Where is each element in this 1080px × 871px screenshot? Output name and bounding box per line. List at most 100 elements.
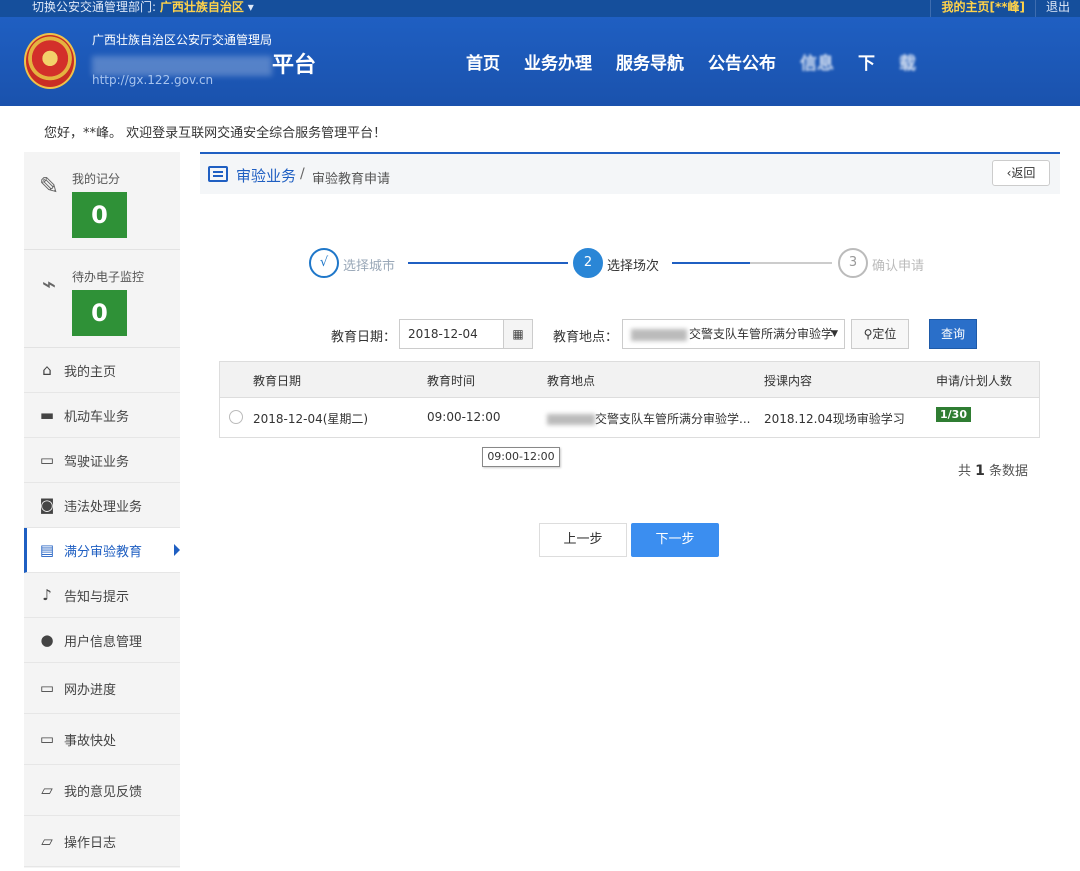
current-region[interactable]: 广西壮族自治区	[160, 0, 244, 14]
sidebar-item-violation[interactable]: ◙ 违法处理业务	[24, 483, 180, 528]
breadcrumb-main[interactable]: 审验业务	[236, 165, 296, 186]
bell-icon: ♪	[42, 586, 52, 604]
step-2-indicator: 2	[573, 248, 603, 278]
row-select-radio[interactable]	[229, 410, 243, 424]
caret-right-icon	[174, 544, 180, 556]
step-connector	[408, 262, 568, 264]
monitor-card[interactable]: ⌁ 待办电子监控 0	[24, 250, 180, 348]
sidebar-item-education[interactable]: ▤ 满分审验教育	[24, 528, 180, 573]
row-time: 09:00-12:00	[427, 410, 501, 424]
main-nav: 首页 业务办理 服务导航 公告公布 信息 下 载	[466, 49, 940, 74]
sidebar-item-label: 满分审验教育	[64, 544, 143, 560]
feedback-icon: ▱	[41, 781, 53, 799]
score-document-icon: ✎	[38, 172, 60, 200]
accident-icon: ▭	[39, 730, 55, 748]
nav-download-2[interactable]: 载	[899, 49, 916, 74]
monitor-label: 待办电子监控	[72, 270, 145, 284]
sidebar-item-label: 机动车业务	[64, 409, 130, 425]
row-location: 交警支队车管所满分审验学...	[547, 410, 750, 427]
nav-business[interactable]: 业务办理	[524, 49, 592, 74]
camera-icon: ◙	[39, 496, 55, 514]
sidebar-item-label: 告知与提示	[64, 589, 130, 605]
sidebar-item-log[interactable]: ▱ 操作日志	[24, 816, 180, 867]
step-3-label: 确认申请	[872, 259, 925, 274]
sidebar-item-label: 操作日志	[64, 835, 117, 851]
prev-step-button[interactable]: 上一步	[539, 523, 627, 557]
step-3-indicator: 3	[838, 248, 868, 278]
sidebar-item-feedback[interactable]: ▱ 我的意见反馈	[24, 765, 180, 816]
sidebar-item-label: 用户信息管理	[64, 634, 143, 650]
col-content: 授课内容	[764, 374, 813, 388]
truck-icon: ▬	[39, 406, 55, 424]
region-switcher[interactable]: 切换公安交通管理部门: 广西壮族自治区 ▾	[32, 0, 254, 15]
ratio-badge: 1/30	[936, 407, 971, 422]
score-value[interactable]: 0	[72, 192, 127, 238]
row-date: 2018-12-04(星期二)	[253, 412, 369, 426]
sidebar: ✎ 我的记分 0 ⌁ 待办电子监控 0 ⌂ 我的主页 ▬ 机动车业务 ▭ 驾驶证业务 …	[24, 152, 180, 868]
sidebar-item-home[interactable]: ⌂ 我的主页	[24, 348, 180, 393]
caret-down-icon[interactable]: ▾	[248, 0, 254, 14]
nav-service-guide[interactable]: 服务导航	[616, 49, 684, 74]
col-location: 教育地点	[547, 374, 596, 388]
top-strip: 切换公安交通管理部门: 广西壮族自治区 ▾ 我的主页[**峰] 退出	[0, 0, 1080, 17]
progress-icon: ▭	[39, 679, 55, 697]
step-connector	[672, 262, 750, 264]
sidebar-item-label: 违法处理业务	[64, 499, 143, 515]
obscured-text	[631, 328, 687, 341]
time-tooltip: 09:00-12:00	[482, 447, 560, 467]
nav-announcements[interactable]: 公告公布	[708, 49, 776, 74]
session-table: 教育日期 教育时间 教育地点 授课内容 申请/计划人数 2018-12-04(星…	[219, 361, 1040, 438]
sidebar-item-progress[interactable]: ▭ 网办进度	[24, 663, 180, 714]
sidebar-item-accident[interactable]: ▭ 事故快处	[24, 714, 180, 765]
panel-header: 审验业务 / 审验教育申请 ‹返回	[200, 152, 1060, 194]
row-content: 2018.12.04现场审验学习	[764, 412, 905, 426]
my-home-link[interactable]: 我的主页[**峰]	[930, 0, 1035, 17]
org-name: 广西壮族自治区公安厅交通管理局	[92, 33, 273, 47]
sidebar-item-notices[interactable]: ♪ 告知与提示	[24, 573, 180, 618]
sidebar-item-user-info[interactable]: ● 用户信息管理	[24, 618, 180, 663]
sidebar-item-label: 驾驶证业务	[64, 454, 130, 470]
obscured-text	[547, 414, 595, 425]
logout-link[interactable]: 退出	[1034, 0, 1080, 17]
list-icon: ▤	[39, 541, 55, 559]
calendar-icon[interactable]: ▦	[503, 319, 533, 349]
table-header: 教育日期 教育时间 教育地点 授课内容 申请/计划人数	[220, 362, 1039, 398]
welcome-message: 您好，**峰。 欢迎登录互联网交通安全综合服务管理平台！	[44, 126, 387, 141]
locate-button[interactable]: ⚲定位	[851, 319, 909, 349]
police-emblem-icon	[24, 33, 76, 89]
user-icon: ●	[40, 631, 54, 649]
sidebar-item-label: 网办进度	[64, 682, 117, 698]
location-label: 教育地点：	[553, 330, 619, 345]
step-1-label: 选择城市	[343, 259, 396, 274]
nav-download[interactable]: 下	[858, 49, 875, 74]
col-date: 教育日期	[253, 374, 302, 388]
sidebar-item-label: 我的意见反馈	[64, 784, 143, 800]
step-1-check-icon: √	[309, 248, 339, 278]
monitor-value[interactable]: 0	[72, 290, 127, 336]
region-switch-label: 切换公安交通管理部门:	[32, 0, 157, 14]
location-select[interactable]: 交警支队车管所满分审验学 ▼	[622, 319, 845, 349]
nav-info[interactable]: 信息	[800, 49, 834, 74]
query-button[interactable]: 查询	[929, 319, 977, 349]
card-icon: ▭	[39, 451, 55, 469]
score-card[interactable]: ✎ 我的记分 0	[24, 152, 180, 250]
breadcrumb-separator: /	[300, 166, 305, 182]
record-count: 共 1 条数据	[958, 463, 1029, 479]
list-icon	[208, 166, 228, 182]
log-icon: ▱	[41, 832, 53, 850]
sidebar-item-label: 我的主页	[64, 364, 117, 380]
next-step-button[interactable]: 下一步	[631, 523, 719, 557]
score-label: 我的记分	[72, 172, 121, 186]
sidebar-item-license[interactable]: ▭ 驾驶证业务	[24, 438, 180, 483]
site-url: http://gx.122.gov.cn	[92, 73, 214, 87]
caret-down-icon: ▼	[831, 329, 838, 339]
step-2-label: 选择场次	[607, 259, 660, 274]
col-ratio: 申请/计划人数	[936, 374, 1013, 388]
home-icon: ⌂	[42, 361, 52, 379]
site-header: 广西壮族自治区公安厅交通管理局 平台 http://gx.122.gov.cn …	[0, 17, 1080, 106]
nav-home[interactable]: 首页	[466, 49, 500, 74]
date-label: 教育日期：	[331, 330, 397, 345]
date-input[interactable]: 2018-12-04	[399, 319, 504, 349]
sidebar-item-vehicle[interactable]: ▬ 机动车业务	[24, 393, 180, 438]
back-button[interactable]: ‹返回	[992, 160, 1050, 186]
